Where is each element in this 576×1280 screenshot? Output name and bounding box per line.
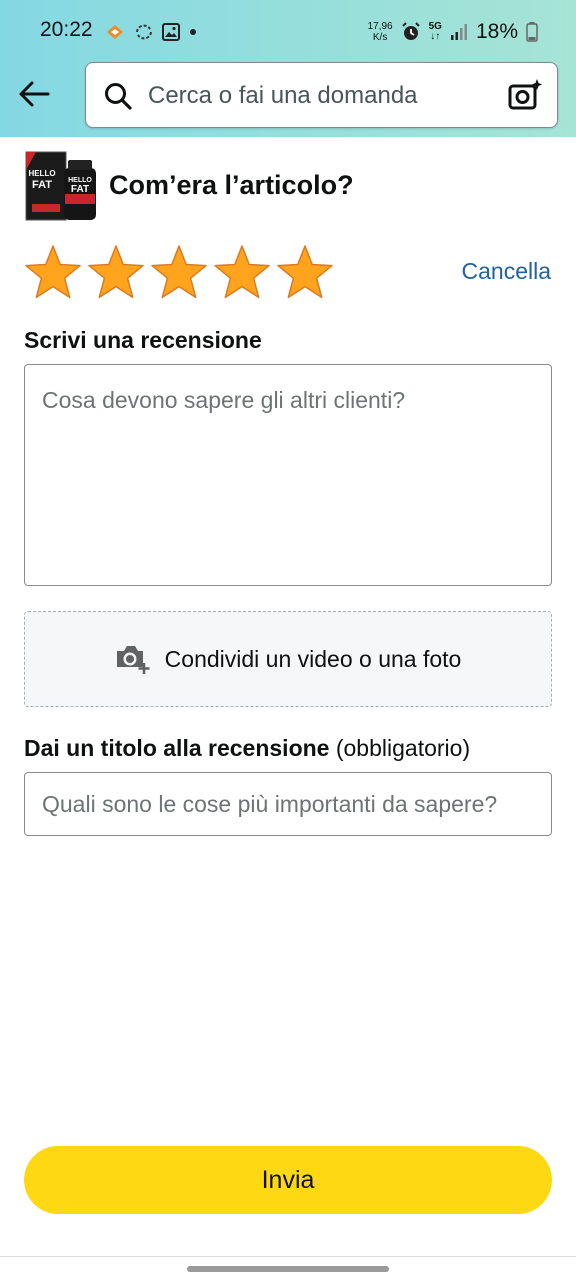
clear-rating-link[interactable]: Cancella <box>462 258 552 285</box>
svg-text:FAT: FAT <box>32 179 52 191</box>
status-bar: 20:22 17,96 K/s 5G ↓↑ 18% <box>0 0 576 62</box>
star-3-icon[interactable] <box>150 244 208 302</box>
signal-icon <box>450 24 467 40</box>
app-header: 20:22 17,96 K/s 5G ↓↑ 18% <box>0 0 576 137</box>
home-indicator[interactable] <box>187 1266 389 1272</box>
svg-text:FAT: FAT <box>71 184 89 195</box>
camera-search-icon[interactable] <box>507 77 543 113</box>
svg-text:HELLO: HELLO <box>28 169 55 178</box>
gallery-notification-icon <box>162 23 180 41</box>
network-speed-unit: K/s <box>372 32 388 43</box>
app-notification-icon <box>107 25 123 39</box>
status-time: 20:22 <box>40 18 93 41</box>
add-media-button[interactable]: Condividi un video o una foto <box>24 611 552 707</box>
star-rating[interactable] <box>24 244 334 302</box>
back-button[interactable] <box>14 74 54 114</box>
product-summary: HELLO FAT HELLO FAT Com’era l’articolo? <box>24 146 554 224</box>
review-label: Scrivi una recensione <box>24 327 262 353</box>
battery-percent: 18% <box>475 20 518 43</box>
star-5-icon[interactable] <box>276 244 334 302</box>
nav-divider <box>0 1256 576 1257</box>
star-2-icon[interactable] <box>87 244 145 302</box>
title-label: Dai un titolo alla recensione (obbligato… <box>24 735 470 762</box>
system-icons: 17,96 K/s 5G ↓↑ 18% <box>368 18 538 46</box>
network-speed: 17,96 K/s <box>368 21 393 43</box>
network-5g-icon: 5G ↓↑ <box>428 21 442 42</box>
network-speed-value: 17,96 <box>367 21 393 32</box>
search-bar[interactable] <box>85 62 558 128</box>
notification-icons <box>104 20 198 44</box>
star-1-icon[interactable] <box>24 244 82 302</box>
add-photo-icon <box>116 646 150 674</box>
sync-notification-icon <box>136 24 152 40</box>
title-required-note: (obbligatorio) <box>335 735 471 761</box>
submit-button[interactable]: Invia <box>24 1146 552 1214</box>
rating-question: Com’era l’articolo? <box>109 170 354 200</box>
add-media-label: Condividi un video o una foto <box>164 645 462 672</box>
alarm-icon <box>401 22 420 40</box>
more-notifications-dot <box>190 29 196 35</box>
search-input[interactable] <box>148 77 498 115</box>
search-icon <box>105 83 132 110</box>
battery-icon <box>526 22 538 42</box>
svg-text:HELLO: HELLO <box>68 177 92 184</box>
review-title-input[interactable] <box>24 772 552 836</box>
review-textarea[interactable] <box>24 364 552 586</box>
star-4-icon[interactable] <box>213 244 271 302</box>
arrow-left-icon <box>19 81 50 107</box>
product-image: HELLO FAT HELLO FAT <box>25 151 96 221</box>
title-label-text: Dai un titolo alla recensione <box>24 735 330 761</box>
